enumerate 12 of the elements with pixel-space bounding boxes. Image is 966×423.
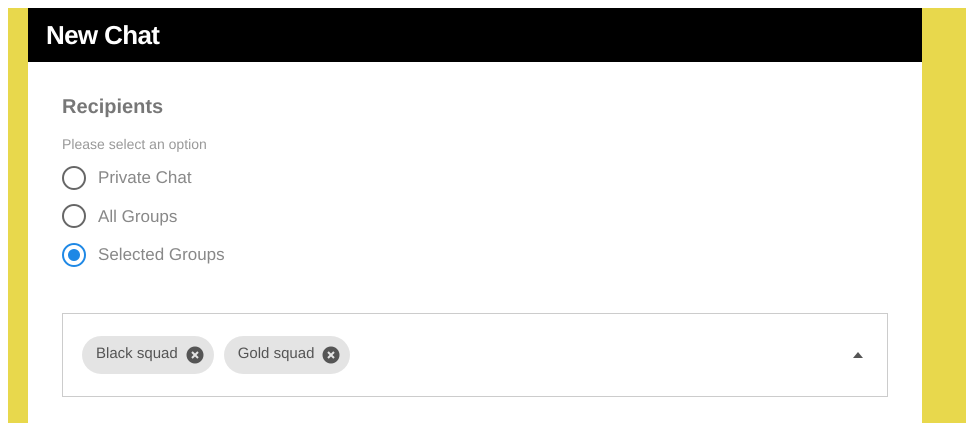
remove-icon[interactable]: [322, 346, 340, 364]
group-chip: Gold squad: [224, 336, 350, 374]
radio-option[interactable]: All Groups: [62, 204, 178, 229]
hint-text: Please select an option: [62, 135, 208, 154]
dialog-title: New Chat: [46, 18, 160, 52]
radio-option[interactable]: Selected Groups: [62, 242, 225, 268]
remove-icon[interactable]: [186, 346, 204, 364]
groups-select[interactable]: Black squad Gold squad: [62, 312, 888, 396]
section-heading: Recipients: [62, 95, 164, 120]
caret-icon[interactable]: [853, 352, 863, 358]
group-chip: Black squad: [82, 336, 214, 374]
radio-option[interactable]: Private Chat: [62, 165, 192, 190]
